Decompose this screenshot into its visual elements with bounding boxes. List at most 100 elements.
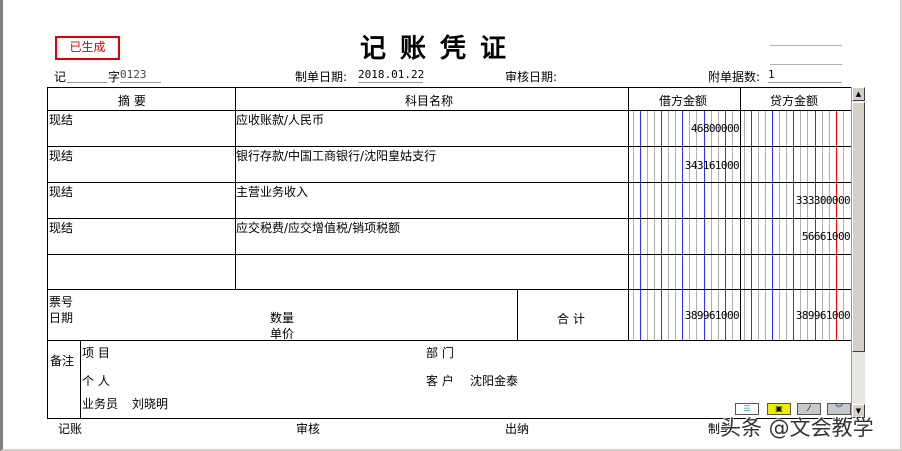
money-gridline (779, 147, 780, 182)
money-gridline (689, 219, 691, 254)
table-row-summary[interactable]: 现结 (48, 111, 234, 146)
money-gridline (703, 255, 705, 290)
table-row-summary[interactable]: 现结 (48, 147, 234, 182)
table-row-account[interactable] (236, 255, 627, 290)
table-row-account[interactable]: 主营业务收入 (236, 183, 627, 218)
money-gridline (800, 255, 802, 290)
account-text: 应交税费/应交增值税/销项税额 (236, 221, 401, 235)
summary-text: 现结 (49, 185, 74, 199)
money-gridline (646, 111, 648, 146)
money-gridline (660, 219, 662, 254)
credit-cell[interactable] (741, 255, 851, 290)
money-gridline (786, 147, 788, 182)
header-credit: 贷方金额 (770, 94, 819, 108)
account-text: 主营业务收入 (236, 185, 309, 199)
decor-line (770, 64, 842, 65)
money-gridline (639, 290, 641, 340)
money-gridline (682, 290, 684, 340)
money-gridline (757, 111, 759, 146)
scroll-up-button[interactable]: ▲ (852, 87, 865, 101)
money-gridline (779, 255, 780, 290)
page-title: 记账凭证 (360, 34, 521, 64)
voucher-number-field[interactable]: 0123 (120, 68, 161, 83)
debit-cell[interactable]: 46800000 (629, 111, 740, 146)
money-gridline (793, 255, 795, 290)
attach-label: 附单据数: (708, 70, 761, 84)
money-gridline (757, 183, 759, 218)
table-row-summary[interactable]: 现结 (48, 219, 234, 254)
money-gridline (675, 183, 677, 218)
money-gridline (771, 183, 773, 218)
money-gridline (750, 290, 752, 340)
money-gridline (632, 111, 634, 146)
money-gridline (710, 255, 712, 290)
credit-total: 389961000 (795, 309, 851, 322)
money-gridline (750, 111, 752, 146)
money-gridline (668, 219, 669, 254)
money-gridline (653, 219, 655, 254)
money-gridline (835, 147, 837, 182)
table-row-summary[interactable]: 现结 (48, 183, 234, 218)
money-gridline (653, 255, 655, 290)
money-gridline (675, 219, 677, 254)
credit-amount: 333300000 (795, 194, 851, 207)
money-gridline (793, 183, 795, 218)
money-gridline (800, 147, 802, 182)
debit-cell[interactable] (629, 255, 740, 290)
date-field[interactable]: 2018.01.22 (358, 68, 424, 83)
money-gridline (696, 255, 698, 290)
money-gridline (710, 219, 712, 254)
money-gridline (731, 183, 733, 218)
table-row-account[interactable]: 应收账款/人民币 (236, 111, 627, 146)
qty-label: 数量 (270, 311, 295, 325)
money-gridline (807, 147, 809, 182)
credit-cell[interactable] (741, 147, 851, 182)
watermark: 头条 @文会教学 (720, 416, 874, 440)
money-gridline (710, 183, 712, 218)
money-gridline (764, 255, 766, 290)
money-gridline (779, 219, 780, 254)
money-gridline (639, 183, 641, 218)
vertical-scrollbar[interactable]: ▲ ▼ (851, 87, 865, 418)
money-gridline (821, 111, 823, 146)
table-row-account[interactable]: 银行存款/中国工商银行/沈阳皇姑支行 (236, 147, 627, 182)
debit-cell[interactable] (629, 219, 740, 254)
footer-date-label: 日期 (49, 311, 74, 325)
money-gridline (696, 219, 698, 254)
customer-value: 沈阳金泰 (470, 374, 519, 388)
debit-total-cell: 389961000 (629, 290, 740, 340)
credit-cell[interactable]: 56661000 (741, 219, 851, 254)
table-row-account[interactable]: 应交税费/应交增值税/销项税额 (236, 219, 627, 254)
table-row-summary[interactable] (48, 255, 234, 290)
money-gridline (757, 147, 759, 182)
money-gridline (821, 147, 823, 182)
money-gridline (653, 147, 655, 182)
money-gridline (821, 255, 823, 290)
debit-cell[interactable]: 343161000 (629, 147, 740, 182)
credit-cell[interactable]: 333300000 (741, 183, 851, 218)
money-gridline (660, 147, 662, 182)
money-gridline (660, 111, 662, 146)
money-gridline (750, 255, 752, 290)
money-gridline (764, 183, 766, 218)
money-gridline (696, 183, 698, 218)
money-gridline (668, 183, 669, 218)
money-gridline (703, 183, 705, 218)
attach-field[interactable]: 1 (768, 68, 842, 83)
credit-cell[interactable] (741, 111, 851, 146)
money-gridline (646, 183, 648, 218)
money-gridline (653, 183, 655, 218)
voucher-number-label: 字 (108, 70, 121, 84)
scroll-thumb[interactable] (852, 102, 865, 352)
money-gridline (668, 147, 669, 182)
debit-cell[interactable] (629, 183, 740, 218)
sign-cashier: 出纳 (505, 422, 530, 436)
header-debit: 借方金额 (659, 94, 708, 108)
money-gridline (660, 183, 662, 218)
voucher-type-field[interactable] (67, 68, 107, 83)
money-gridline (764, 147, 766, 182)
money-gridline (793, 219, 795, 254)
money-gridline (743, 255, 745, 290)
money-gridline (682, 255, 684, 290)
remarks-label: 备注 (50, 354, 75, 368)
